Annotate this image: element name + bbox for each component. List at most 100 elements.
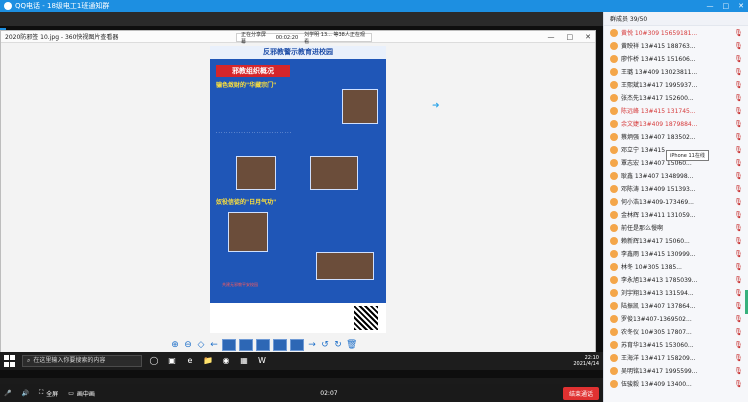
muted-microphone-icon[interactable]: 🎙 [734, 133, 743, 141]
muted-microphone-icon[interactable]: 🎙 [734, 237, 743, 245]
member-avatar-icon [610, 366, 618, 375]
muted-microphone-icon[interactable]: 🎙 [734, 354, 743, 362]
member-name: 刘宇翔13#413 131594... [621, 290, 694, 297]
end-call-button[interactable]: 结束通话 [562, 386, 599, 400]
muted-microphone-icon[interactable]: 🎙 [734, 263, 743, 271]
member-row[interactable]: 王璐 13#409 13023811... 🎙 [604, 65, 748, 78]
pip-button[interactable]: ▭ 画中画 [68, 389, 95, 398]
member-name: 黄映祥 13#415 188763... [621, 43, 696, 50]
muted-microphone-icon[interactable]: 🎙 [734, 94, 743, 102]
explorer-icon[interactable]: ▣ [166, 355, 178, 367]
member-avatar-icon [610, 197, 618, 206]
muted-microphone-icon[interactable]: 🎙 [734, 198, 743, 206]
member-row[interactable]: 赖新辉13#417 15060... 🎙 [604, 234, 748, 247]
muted-microphone-icon[interactable]: 🎙 [734, 380, 743, 388]
viewer-close-icon[interactable]: ✕ [585, 33, 591, 41]
close-icon[interactable]: ✕ [738, 2, 744, 10]
muted-microphone-icon[interactable]: 🎙 [734, 120, 743, 128]
muted-microphone-icon[interactable]: 🎙 [734, 341, 743, 349]
mute-button[interactable]: 🎤 [4, 390, 11, 397]
anti-cult-poster: 反邪教警示教育进校园 邪教组织概况 骗色敛财的"华藏宗门" · · · · · … [210, 46, 386, 333]
muted-microphone-icon[interactable]: 🎙 [734, 276, 743, 284]
member-row[interactable]: 廖作桥 13#415 151606... 🎙 [604, 52, 748, 65]
muted-microphone-icon[interactable]: 🎙 [734, 302, 743, 310]
member-row[interactable]: 蔡炳强 13#407 183502... 🎙 [604, 130, 748, 143]
fit-icon[interactable]: ◇ [196, 340, 206, 350]
member-name: 王璐 13#409 13023811... [621, 69, 698, 76]
windows-start-icon[interactable] [4, 355, 16, 367]
member-row[interactable]: 伍骏毅 13#409 13400... 🎙 [604, 377, 748, 390]
muted-microphone-icon[interactable]: 🎙 [734, 367, 743, 375]
member-name: 李鑫雨 13#415 130999... [621, 251, 696, 258]
member-row[interactable]: 张杰先13#417 152600... 🎙 [604, 91, 748, 104]
poster-photo-4 [228, 212, 268, 252]
muted-microphone-icon[interactable]: 🎙 [734, 42, 743, 50]
app-icon-2[interactable]: ▦ [238, 355, 250, 367]
window-controls: — □ ✕ [707, 2, 745, 10]
member-row[interactable]: 刘宇翔13#413 131594... 🎙 [604, 286, 748, 299]
edge-icon[interactable]: e [184, 355, 196, 367]
thumbnail-2[interactable] [239, 339, 253, 351]
next-icon[interactable]: → [307, 340, 317, 350]
muted-microphone-icon[interactable]: 🎙 [734, 146, 743, 154]
member-row[interactable]: 吴明铭13#417 1995599... 🎙 [604, 364, 748, 377]
member-row[interactable]: 苏育华13#415 153060... 🎙 [604, 338, 748, 351]
maximize-icon[interactable]: □ [723, 2, 730, 10]
viewer-maximize-icon[interactable]: □ [567, 33, 574, 41]
taskbar-search[interactable]: ⌕ 在这里输入你要搜索的内容 [22, 355, 142, 367]
search-icon: ⌕ [27, 357, 31, 364]
member-row[interactable]: 黄映祥 13#415 188763... 🎙 [604, 39, 748, 52]
muted-microphone-icon[interactable]: 🎙 [734, 55, 743, 63]
member-row[interactable]: 余文婕13#409 1879884... 🎙 [604, 117, 748, 130]
muted-microphone-icon[interactable]: 🎙 [734, 211, 743, 219]
member-row[interactable]: 李鑫雨 13#415 130999... 🎙 [604, 247, 748, 260]
app-icon-1[interactable]: ◉ [220, 355, 232, 367]
member-row[interactable]: 林冬 10#305 1385... 🎙 [604, 260, 748, 273]
muted-microphone-icon[interactable]: 🎙 [734, 289, 743, 297]
viewer-minimize-icon[interactable]: — [548, 33, 555, 41]
member-row[interactable]: 黄悦 10#309 15659181... 🎙 [604, 26, 748, 39]
call-control-bar: 🎤 🔊 ⛶ 全屏 ▭ 画中画 02:07 结束通话 [0, 384, 603, 402]
muted-microphone-icon[interactable]: 🎙 [734, 159, 743, 167]
speaker-button[interactable]: 🔊 [21, 390, 28, 397]
prev-icon[interactable]: ← [209, 340, 219, 350]
wps-icon[interactable]: W [256, 355, 268, 367]
member-row[interactable]: 农冬仪 10#305 17807... 🎙 [604, 325, 748, 338]
muted-microphone-icon[interactable]: 🎙 [734, 250, 743, 258]
zoom-out-icon[interactable]: ⊖ [183, 340, 193, 350]
rotate-right-icon[interactable]: ↻ [333, 340, 343, 350]
thumbnail-5[interactable] [290, 339, 304, 351]
minimize-icon[interactable]: — [707, 2, 714, 10]
member-row[interactable]: 前任是那么慢啊 🎙 [604, 221, 748, 234]
member-row[interactable]: 陈远峰 13#415 131745... 🎙 [604, 104, 748, 117]
muted-microphone-icon[interactable]: 🎙 [734, 315, 743, 323]
next-image-arrow-icon[interactable]: ➜ [432, 102, 442, 111]
member-row[interactable]: 陆振凯 13#407 137864... 🎙 [604, 299, 748, 312]
muted-microphone-icon[interactable]: 🎙 [734, 68, 743, 76]
member-row[interactable]: 李永旭13#413 1785039... 🎙 [604, 273, 748, 286]
zoom-in-icon[interactable]: ⊕ [170, 340, 180, 350]
muted-microphone-icon[interactable]: 🎙 [734, 29, 743, 37]
member-avatar-icon [610, 171, 618, 180]
member-row[interactable]: 邓陈涛 13#409 151393... 🎙 [604, 182, 748, 195]
muted-microphone-icon[interactable]: 🎙 [734, 81, 743, 89]
muted-microphone-icon[interactable]: 🎙 [734, 107, 743, 115]
taskview-icon[interactable]: ◯ [148, 355, 160, 367]
thumbnail-1[interactable] [222, 339, 236, 351]
thumbnail-3[interactable] [256, 339, 270, 351]
rotate-left-icon[interactable]: ↺ [320, 340, 330, 350]
muted-microphone-icon[interactable]: 🎙 [734, 328, 743, 336]
muted-microphone-icon[interactable]: 🎙 [734, 224, 743, 232]
member-row[interactable]: 王海洋 13#417 158209... 🎙 [604, 351, 748, 364]
fullscreen-button[interactable]: ⛶ 全屏 [39, 389, 58, 398]
member-row[interactable]: 罗俊13#407-1369502... 🎙 [604, 312, 748, 325]
member-row[interactable]: 王熙斌13#417 1995937... 🎙 [604, 78, 748, 91]
member-row[interactable]: 何小浩13#409-173469... 🎙 [604, 195, 748, 208]
muted-microphone-icon[interactable]: 🎙 [734, 172, 743, 180]
delete-icon[interactable]: 🗑 [346, 340, 357, 350]
muted-microphone-icon[interactable]: 🎙 [734, 185, 743, 193]
folder-icon[interactable]: 📁 [202, 355, 214, 367]
member-row[interactable]: 金林辉 13#411 131059... 🎙 [604, 208, 748, 221]
member-row[interactable]: 耿鑫 13#407 1348998... 🎙 [604, 169, 748, 182]
thumbnail-4[interactable] [273, 339, 287, 351]
